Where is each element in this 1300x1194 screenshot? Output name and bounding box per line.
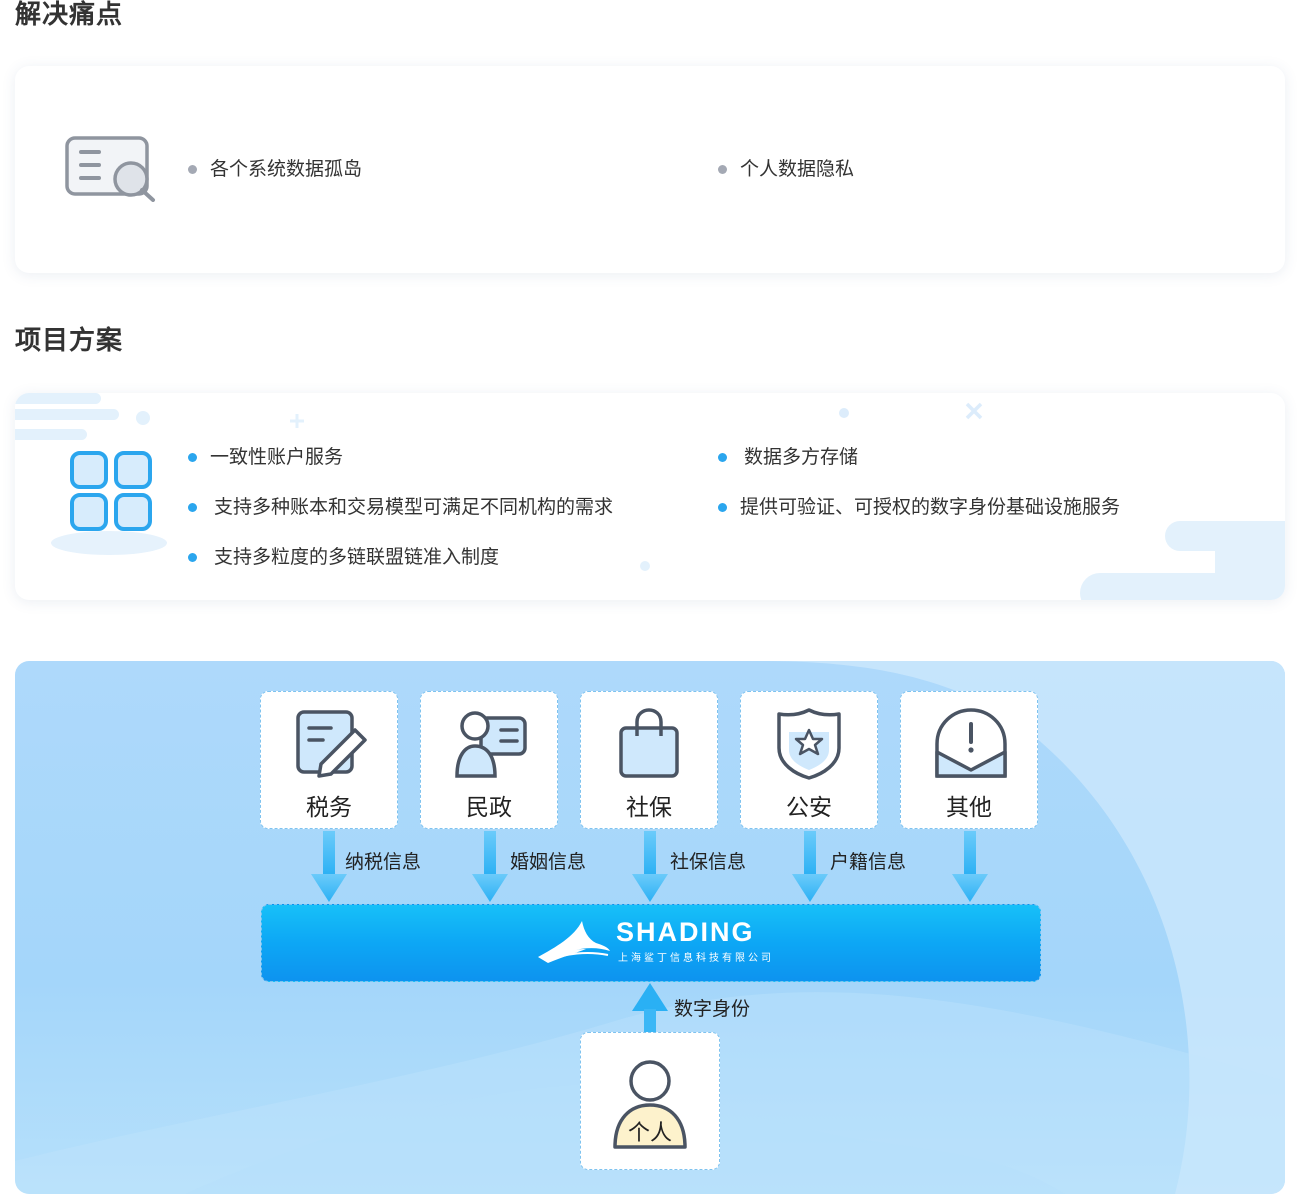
bullet-dot bbox=[718, 453, 727, 462]
solution-item: 提供可验证、可授权的数字身份基础设施服务 bbox=[718, 495, 1120, 519]
source-label: 其他 bbox=[946, 795, 992, 821]
grid-apps-icon bbox=[70, 451, 154, 537]
pain-point-item: 各个系统数据孤岛 bbox=[188, 157, 362, 181]
source-label: 公安 bbox=[786, 795, 832, 821]
source-label: 税务 bbox=[306, 795, 352, 821]
source-box-other: 其他 bbox=[900, 691, 1038, 829]
arrow-up-icon bbox=[632, 983, 668, 1033]
person-label: 个人 bbox=[627, 1121, 672, 1146]
solution-card: 一致性账户服务 支持多种账本和交易模型可满足不同机构的需求 支持多粒度的多链联盟… bbox=[15, 393, 1285, 600]
bullet-dot bbox=[188, 453, 197, 462]
flow-label: 纳税信息 bbox=[345, 851, 422, 873]
identity-label: 数字身份 bbox=[674, 998, 751, 1020]
source-box-tax: 税务 bbox=[260, 691, 398, 829]
person-box: 个人 bbox=[580, 1032, 720, 1170]
pain-point-item: 个人数据隐私 bbox=[718, 157, 854, 181]
pain-points-card: 各个系统数据孤岛 个人数据隐私 bbox=[15, 66, 1285, 273]
arrow-down-icon bbox=[632, 831, 668, 902]
solution-item: 数据多方存储 bbox=[718, 445, 858, 469]
tax-form-pencil-icon bbox=[296, 710, 367, 778]
pain-points-title: 解决痛点 bbox=[15, 0, 124, 30]
envelope-alert-icon bbox=[935, 708, 1007, 778]
bullet-dot bbox=[188, 165, 197, 174]
source-label: 社保 bbox=[626, 795, 672, 821]
bullet-dot bbox=[188, 553, 197, 562]
solution-title: 项目方案 bbox=[15, 326, 124, 356]
arrow-down-icon bbox=[472, 831, 508, 902]
arrow-down-icon bbox=[952, 831, 988, 902]
shark-logo-icon bbox=[538, 921, 610, 963]
down-arrows bbox=[311, 831, 988, 902]
solution-item: 一致性账户服务 bbox=[188, 445, 343, 469]
flow-label: 婚姻信息 bbox=[510, 851, 587, 873]
source-box-civil: 民政 bbox=[420, 691, 558, 829]
architecture-diagram: 税务 民政 社保 公安 其他 纳税信息 婚姻信息 社保信息 户籍信息 SHADI… bbox=[15, 661, 1285, 1194]
bullet-dot bbox=[718, 503, 727, 512]
police-shield-star-icon bbox=[777, 708, 841, 780]
brand-name: SHADING bbox=[616, 917, 755, 947]
solution-item: 支持多粒度的多链联盟链准入制度 bbox=[188, 545, 499, 569]
document-search-icon bbox=[65, 136, 157, 206]
bullet-dot bbox=[188, 503, 197, 512]
bullet-dot bbox=[718, 165, 727, 174]
source-box-police: 公安 bbox=[740, 691, 878, 829]
source-label: 民政 bbox=[466, 795, 512, 821]
flow-label: 社保信息 bbox=[670, 851, 747, 873]
id-card-person-icon bbox=[455, 711, 527, 778]
arrow-down-icon bbox=[792, 831, 828, 902]
brand-company: 上海鲨丁信息科技有限公司 bbox=[618, 953, 774, 964]
bag-lock-icon bbox=[619, 708, 679, 778]
shading-platform: SHADING 上海鲨丁信息科技有限公司 bbox=[261, 904, 1041, 982]
solution-item: 支持多种账本和交易模型可满足不同机构的需求 bbox=[188, 495, 613, 519]
flow-label: 户籍信息 bbox=[830, 851, 907, 873]
source-box-social-security: 社保 bbox=[580, 691, 718, 829]
arrow-down-icon bbox=[311, 831, 347, 902]
